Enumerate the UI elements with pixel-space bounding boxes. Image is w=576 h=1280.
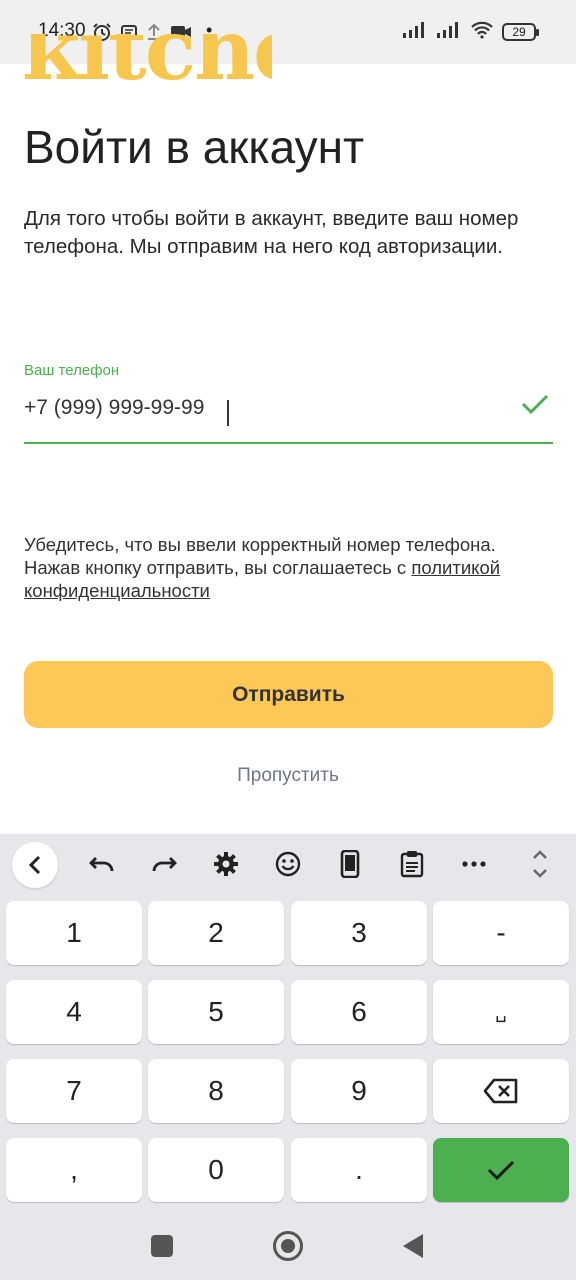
undo-icon[interactable] [82, 846, 122, 882]
backspace-icon [483, 1078, 518, 1104]
key-4[interactable]: 4 [6, 980, 142, 1044]
smile-icon[interactable] [268, 846, 308, 882]
key-9[interactable]: 9 [291, 1059, 427, 1123]
signal-icon [402, 21, 428, 44]
back-button[interactable] [403, 1234, 423, 1258]
text-cursor [227, 400, 229, 426]
battery-icon: 29 [502, 23, 539, 41]
phone-underline [24, 442, 553, 444]
key-6[interactable]: 6 [291, 980, 427, 1044]
recents-button[interactable] [151, 1235, 173, 1257]
signal-icon-2 [436, 21, 462, 44]
phone-input[interactable] [24, 396, 504, 420]
key-8[interactable]: 8 [148, 1059, 284, 1123]
key-0[interactable]: 0 [148, 1138, 284, 1202]
redo-icon[interactable] [144, 846, 184, 882]
key-space[interactable]: ␣ [433, 980, 569, 1044]
key-dash[interactable]: - [433, 901, 569, 965]
key-comma[interactable]: , [6, 1138, 142, 1202]
chevron-left-icon[interactable] [12, 842, 58, 888]
privacy-notice: Убедитесь, что вы ввели корректный номер… [24, 533, 554, 602]
keyboard-toolbar [0, 834, 576, 894]
check-icon [487, 1160, 515, 1181]
page-description: Для того чтобы войти в аккаунт, введите … [24, 207, 519, 258]
more-icon[interactable] [454, 846, 494, 882]
phone-icon[interactable] [330, 846, 370, 882]
send-button[interactable]: Отправить [24, 661, 553, 728]
numeric-keyboard: 1 2 3 - 4 5 6 ␣ 7 8 9 , 0 . [0, 834, 576, 1214]
clipboard-icon[interactable] [392, 846, 432, 882]
wifi-icon [470, 21, 494, 44]
key-1[interactable]: 1 [6, 901, 142, 965]
enter-key[interactable] [433, 1138, 569, 1202]
resize-icon[interactable] [520, 846, 560, 882]
page-title: Войти в аккаунт [24, 121, 365, 173]
backspace-key[interactable] [433, 1059, 569, 1123]
key-2[interactable]: 2 [148, 901, 284, 965]
system-nav-bar [0, 1214, 576, 1280]
phone-label: Ваш телефон [24, 362, 120, 379]
gear-icon[interactable] [206, 846, 246, 882]
skip-button[interactable]: Пропустить [0, 765, 576, 787]
kitchen-logo: kitchen. [22, 34, 272, 86]
key-3[interactable]: 3 [291, 901, 427, 965]
check-icon [520, 392, 550, 421]
home-button[interactable] [273, 1231, 303, 1261]
key-7[interactable]: 7 [6, 1059, 142, 1123]
key-period[interactable]: . [291, 1138, 427, 1202]
key-5[interactable]: 5 [148, 980, 284, 1044]
